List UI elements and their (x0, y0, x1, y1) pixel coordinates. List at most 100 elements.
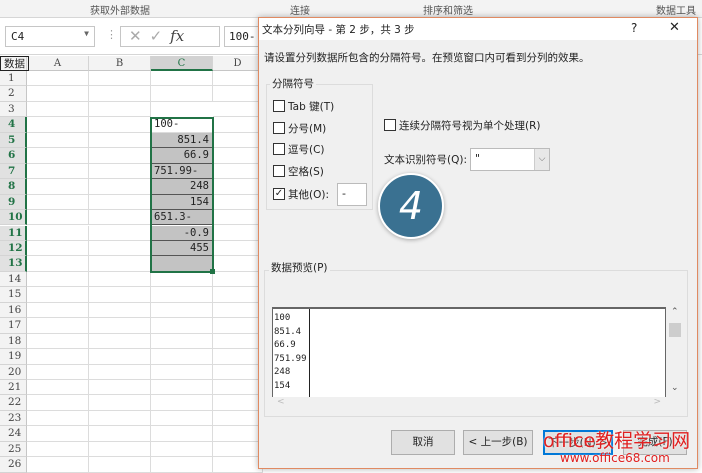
cell-A17[interactable] (27, 318, 89, 334)
cell-D8[interactable] (213, 179, 263, 195)
row-header-22[interactable]: 22 (0, 395, 27, 411)
cell-A10[interactable] (27, 210, 89, 226)
delimiter-checkbox-1[interactable]: 分号(M) (273, 121, 326, 136)
cell-B23[interactable] (89, 410, 151, 427)
cell-B11[interactable] (89, 225, 151, 241)
cell-A23[interactable] (27, 410, 89, 427)
cell-B14[interactable] (89, 271, 151, 288)
cell-B3[interactable] (89, 101, 151, 118)
cell-C19[interactable] (151, 349, 213, 365)
cell-A19[interactable] (27, 349, 89, 365)
cell-B6[interactable] (89, 148, 151, 164)
row-header-2[interactable]: 2 (0, 86, 27, 102)
close-icon[interactable]: ✕ (669, 20, 680, 35)
column-header-A[interactable]: A (27, 56, 89, 71)
cell-C9[interactable]: 154 (151, 194, 213, 211)
cell-A15[interactable] (27, 287, 89, 303)
row-header-26[interactable]: 26 (0, 457, 27, 473)
cell-B17[interactable] (89, 318, 151, 334)
cell-B24[interactable] (89, 426, 151, 442)
cell-D12[interactable] (213, 240, 263, 257)
row-header-16[interactable]: 16 (0, 302, 27, 319)
row-header-8[interactable]: 8 (0, 179, 27, 195)
cell-D22[interactable] (213, 395, 263, 411)
delimiter-checkbox-2[interactable]: 逗号(C) (273, 142, 325, 157)
cell-D10[interactable] (213, 210, 263, 226)
cell-B1[interactable] (89, 71, 151, 87)
delimiter-checkbox-0[interactable]: Tab 键(T) (273, 99, 334, 114)
cell-D24[interactable] (213, 426, 263, 442)
row-header-3[interactable]: 3 (0, 101, 27, 118)
cell-D26[interactable] (213, 457, 263, 473)
cell-D7[interactable] (213, 163, 263, 180)
back-button[interactable]: < 上一步(B) (463, 430, 533, 455)
cell-A20[interactable] (27, 364, 89, 380)
row-header-11[interactable]: 11 (0, 225, 27, 241)
cell-D1[interactable] (213, 71, 263, 87)
row-header-15[interactable]: 15 (0, 287, 27, 303)
cell-D18[interactable] (213, 333, 263, 350)
row-header-23[interactable]: 23 (0, 410, 27, 427)
cell-C24[interactable] (151, 426, 213, 442)
cell-A11[interactable] (27, 225, 89, 241)
cell-B26[interactable] (89, 457, 151, 473)
cell-B22[interactable] (89, 395, 151, 411)
cell-A7[interactable] (27, 163, 89, 180)
cell-A14[interactable] (27, 271, 89, 288)
cell-A13[interactable] (27, 256, 89, 272)
fill-handle[interactable] (210, 268, 215, 274)
row-header-24[interactable]: 24 (0, 426, 27, 442)
column-header-C[interactable]: C (151, 56, 213, 71)
cell-D14[interactable] (213, 271, 263, 288)
cell-D5[interactable] (213, 132, 263, 149)
cell-B4[interactable] (89, 117, 151, 133)
cell-C20[interactable] (151, 364, 213, 380)
cell-A25[interactable] (27, 441, 89, 458)
cell-D9[interactable] (213, 194, 263, 211)
row-header-20[interactable]: 20 (0, 364, 27, 380)
cell-A22[interactable] (27, 395, 89, 411)
chevron-down-icon[interactable]: ▼ (84, 29, 89, 38)
cell-C6[interactable]: 66.9 (151, 148, 213, 164)
cell-D6[interactable] (213, 148, 263, 164)
cell-B12[interactable] (89, 240, 151, 257)
help-icon[interactable]: ? (631, 21, 637, 35)
cell-D20[interactable] (213, 364, 263, 380)
scroll-thumb[interactable] (669, 323, 681, 337)
cell-B9[interactable] (89, 194, 151, 211)
cell-D13[interactable] (213, 256, 263, 272)
row-header-13[interactable]: 13 (0, 256, 27, 272)
row-header-9[interactable]: 9 (0, 194, 27, 211)
chevron-down-icon[interactable]: ⌵ (534, 149, 549, 170)
cell-C18[interactable] (151, 333, 213, 350)
cell-B13[interactable] (89, 256, 151, 272)
cell-D21[interactable] (213, 380, 263, 396)
cell-B25[interactable] (89, 441, 151, 458)
row-header-5[interactable]: 5 (0, 132, 27, 149)
cell-A8[interactable] (27, 179, 89, 195)
row-header-19[interactable]: 19 (0, 349, 27, 365)
cell-C26[interactable] (151, 457, 213, 473)
cell-A24[interactable] (27, 426, 89, 442)
row-header-21[interactable]: 21 (0, 380, 27, 396)
cell-C14[interactable] (151, 271, 213, 288)
cell-B5[interactable] (89, 132, 151, 149)
cell-D4[interactable] (213, 117, 263, 133)
delimiter-checkbox-3[interactable]: 空格(S) (273, 164, 324, 179)
cell-A12[interactable] (27, 240, 89, 257)
row-header-6[interactable]: 6 (0, 148, 27, 164)
row-header-10[interactable]: 10 (0, 210, 27, 226)
cell-A1[interactable] (27, 71, 89, 87)
cell-D3[interactable] (213, 101, 263, 118)
cell-A9[interactable] (27, 194, 89, 211)
row-header-4[interactable]: 4 (0, 117, 27, 133)
cell-B19[interactable] (89, 349, 151, 365)
cell-B20[interactable] (89, 364, 151, 380)
row-header-1[interactable]: 1 (0, 71, 27, 87)
column-header-B[interactable]: B (89, 56, 151, 71)
cell-C7[interactable]: 751.99- (151, 163, 213, 180)
cell-C1[interactable] (151, 71, 213, 87)
cell-C13[interactable] (151, 256, 213, 272)
cell-B18[interactable] (89, 333, 151, 350)
column-header-D[interactable]: D (213, 56, 263, 71)
